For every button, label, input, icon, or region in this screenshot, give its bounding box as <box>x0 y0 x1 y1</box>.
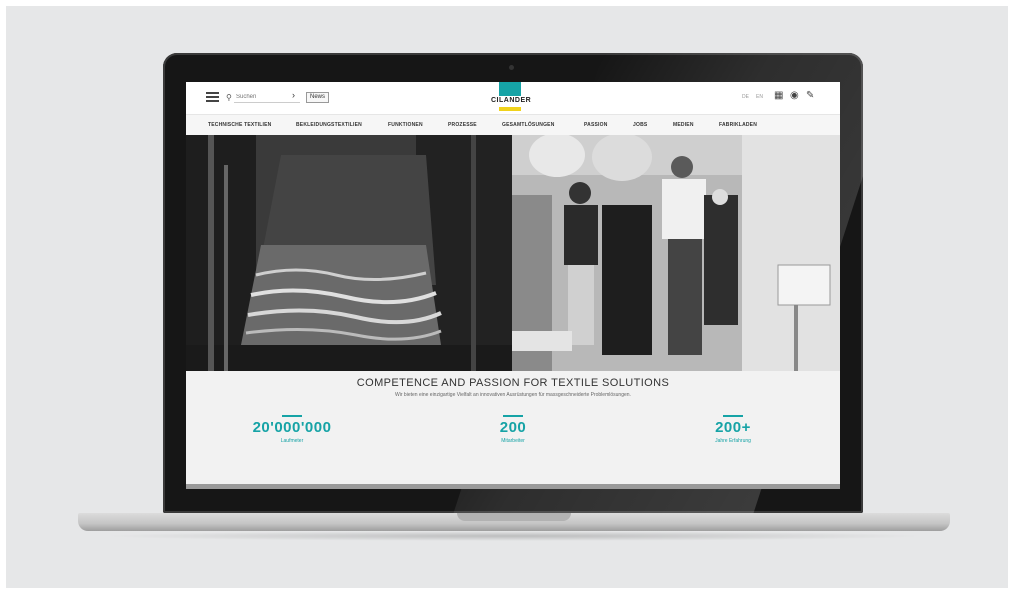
nav-item-funktionen[interactable]: FUNKTIONEN <box>388 122 423 128</box>
content-section: COMPETENCE AND PASSION FOR TEXTILE SOLUT… <box>186 371 840 489</box>
hamburger-menu-icon[interactable] <box>206 92 219 102</box>
browser-screen: ⚲ › News CILANDER DE EN ▦ ◉ ✎ TECHNISCHE… <box>186 82 840 489</box>
nav-item-jobs[interactable]: JOBS <box>633 122 647 128</box>
logo[interactable]: CILANDER <box>491 82 532 113</box>
logo-text: CILANDER <box>491 97 532 104</box>
nav-item-medien[interactable]: MEDIEN <box>673 122 694 128</box>
laptop-base <box>78 513 950 531</box>
stat-laufmeter: 20'000'000 Laufmeter <box>242 415 342 444</box>
hero-image-water <box>186 135 512 371</box>
site-header: ⚲ › News CILANDER DE EN ▦ ◉ ✎ <box>186 82 840 114</box>
grid-icon[interactable]: ▦ <box>774 90 783 101</box>
stat-accent-bar <box>282 415 302 417</box>
hero-banner <box>186 135 840 371</box>
stat-mitarbeiter: 200 Mitarbeiter <box>478 415 548 444</box>
stat-accent-bar <box>503 415 523 417</box>
stat-value: 200+ <box>715 419 751 436</box>
lang-de[interactable]: DE <box>742 94 749 100</box>
stat-value: 20'000'000 <box>252 419 332 436</box>
logo-yellow-bar <box>499 107 521 111</box>
page-headline: COMPETENCE AND PASSION FOR TEXTILE SOLUT… <box>356 377 670 389</box>
lang-en[interactable]: EN <box>756 94 763 100</box>
nav-item-bekleidungstextilien[interactable]: BEKLEIDUNGSTEXTILIEN <box>296 122 362 128</box>
water-illustration <box>186 135 512 371</box>
news-button[interactable]: News <box>306 92 330 103</box>
showroom-illustration <box>512 135 840 371</box>
location-pin-icon[interactable]: ◉ <box>790 90 799 101</box>
next-section-strip <box>186 484 840 489</box>
nav-item-prozesse[interactable]: PROZESSE <box>448 122 477 128</box>
stat-jahre: 200+ Jahre Erfahrung <box>698 415 768 444</box>
nav-item-technische-textilien[interactable]: TECHNISCHE TEXTILIEN <box>208 122 271 128</box>
search-icon[interactable]: ⚲ <box>226 93 232 102</box>
hero-image-showroom <box>512 135 840 371</box>
laptop-lid: ⚲ › News CILANDER DE EN ▦ ◉ ✎ TECHNISCHE… <box>163 53 863 513</box>
stat-accent-bar <box>723 415 743 417</box>
nav-item-gesamtloesungen[interactable]: GESAMTLÖSUNGEN <box>502 122 555 128</box>
webcam <box>509 65 514 70</box>
nav-item-passion[interactable]: PASSION <box>584 122 608 128</box>
stat-label: Mitarbeiter <box>501 438 525 444</box>
main-navigation: TECHNISCHE TEXTILIEN BEKLEIDUNGSTEXTILIE… <box>186 114 840 136</box>
pencil-icon[interactable]: ✎ <box>806 90 814 101</box>
stat-label: Laufmeter <box>280 438 304 444</box>
stat-label: Jahre Erfahrung <box>715 438 751 444</box>
nav-item-fabrikladen[interactable]: FABRIKLADEN <box>719 122 757 128</box>
laptop-notch <box>457 513 571 521</box>
logo-teal-block <box>499 82 521 96</box>
laptop-shadow <box>100 531 928 541</box>
chevron-right-icon[interactable]: › <box>292 90 295 100</box>
page-subline: Wir bieten eine einzigartige Vielfalt an… <box>395 392 631 398</box>
search-input[interactable] <box>234 92 300 103</box>
stat-value: 200 <box>499 419 527 436</box>
